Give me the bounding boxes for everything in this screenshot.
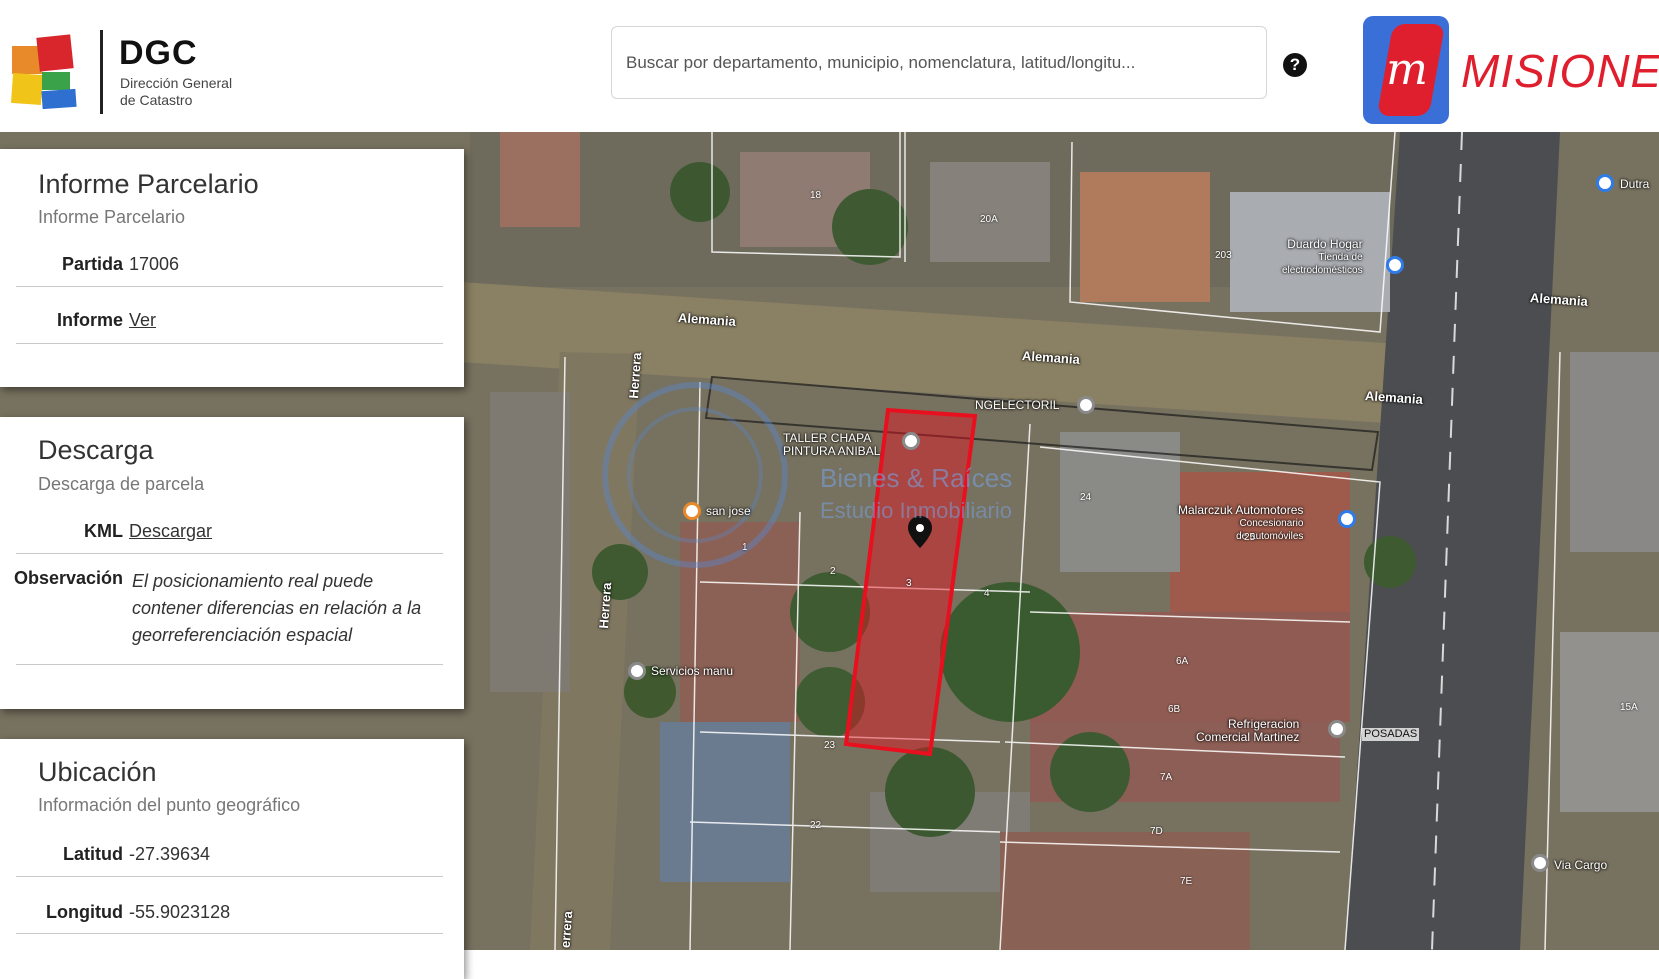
poi-category: electrodomésticos [1282, 265, 1363, 276]
latitud-label: Latitud [63, 844, 123, 864]
lot-number: 6B [1168, 704, 1181, 715]
poi-posadas: POSADAS [1362, 728, 1420, 741]
kml-label: KML [84, 521, 123, 541]
poi-category: de automóviles [1236, 531, 1304, 542]
dgc-logo-icon [10, 34, 84, 110]
lot-number: 7D [1150, 826, 1163, 837]
panel-subtitle: Informe Parcelario [38, 207, 186, 227]
poi-san-jose[interactable]: san jose [706, 505, 751, 518]
informe-row: Informe Ver [16, 287, 443, 344]
map-pin-icon[interactable] [1531, 854, 1549, 872]
lot-number: 15A [1620, 702, 1638, 713]
descarga-panel: Descarga Descarga de parcela KML Descarg… [0, 417, 464, 709]
lot-number: 7A [1160, 772, 1173, 783]
map-pin-icon[interactable] [1077, 396, 1095, 414]
app-header: DGC Dirección General de Catastro ? m MI… [0, 0, 1659, 132]
map-pin-icon[interactable] [1596, 174, 1614, 192]
lot-number: 23 [824, 740, 836, 751]
informe-label: Informe [56, 310, 123, 330]
partida-label: Partida [61, 254, 123, 274]
lot-number: 6A [1176, 656, 1189, 667]
partida-row: Partida 17006 [16, 244, 443, 287]
observacion-label: Observación [13, 568, 123, 588]
lot-number: 4 [984, 588, 990, 599]
logo-title: DGC [119, 34, 198, 72]
map-pin-icon[interactable] [1386, 256, 1404, 274]
partida-value: 17006 [129, 254, 180, 274]
poi-via-cargo[interactable]: Via Cargo [1554, 859, 1607, 872]
panel-subtitle: Descarga de parcela [38, 474, 205, 494]
lot-number: 25 [1244, 532, 1256, 543]
observacion-row: Observación El posicionamiento real pued… [13, 554, 443, 665]
poi-dutra[interactable]: Dutra [1620, 178, 1649, 191]
watermark-text: Estudio Inmobiliario [820, 498, 1012, 523]
latitud-value: -27.39634 [129, 844, 211, 864]
lot-number: 22 [810, 820, 822, 831]
map-pin-icon[interactable] [1328, 720, 1346, 738]
panel-title: Informe Parcelario [38, 169, 259, 199]
panel-subtitle: Información del punto geográfico [38, 795, 301, 815]
lot-number: 20A [980, 214, 998, 225]
lot-number: 203 [1215, 250, 1232, 261]
misiones-logo-icon: m [1363, 16, 1449, 124]
logo-subtitle-line1: Dirección General [120, 75, 233, 91]
poi-name: PINTURA ANIBAL [783, 444, 881, 458]
kml-row: KML Descargar [16, 511, 443, 554]
street-label-herrera: errera [557, 910, 576, 949]
longitud-value: -55.9023128 [129, 902, 231, 922]
descargar-kml-link[interactable]: Descargar [129, 521, 212, 542]
panel-title: Ubicación [38, 757, 157, 787]
informe-panel: Informe Parcelario Informe Parcelario Pa… [0, 149, 464, 387]
poi-ingelectoril[interactable]: NGELECTORIL [975, 399, 1059, 412]
lot-number: 2 [830, 566, 836, 577]
logo-subtitle: Dirección General de Catastro [120, 75, 232, 109]
poi-servicios-manu[interactable]: Servicios manu [651, 665, 733, 678]
ver-informe-link[interactable]: Ver [129, 310, 156, 331]
poi-name: Duardo Hogar [1287, 237, 1363, 251]
latitud-row: Latitud -27.39634 [16, 834, 443, 877]
logo-subtitle-line2: de Catastro [120, 92, 193, 108]
longitud-label: Longitud [46, 902, 123, 922]
lot-number: 24 [1080, 492, 1092, 503]
lot-number: 3 [906, 578, 912, 589]
street-label-herrera: Herrera [626, 351, 645, 400]
poi-malarczuk[interactable]: Malarczuk Automotores Concesionario de a… [1178, 504, 1303, 543]
poi-taller[interactable]: TALLER CHAPA PINTURA ANIBAL [783, 432, 880, 458]
poi-name: Malarczuk Automotores [1178, 503, 1304, 517]
ubicacion-panel: Ubicación Información del punto geográfi… [0, 739, 464, 979]
logo-divider [100, 30, 103, 114]
longitud-row: Longitud -55.9023128 [16, 877, 443, 934]
lot-number: 1 [742, 542, 748, 553]
map-pin-icon[interactable] [628, 662, 646, 680]
street-label-herrera: Herrera [596, 581, 615, 630]
search-input[interactable] [611, 26, 1267, 99]
poi-category: Tienda de [1318, 252, 1363, 263]
lot-number: 18 [810, 190, 822, 201]
map-pin-icon[interactable] [902, 432, 920, 450]
map-pin-icon[interactable] [683, 502, 701, 520]
panel-title: Descarga [38, 435, 154, 465]
watermark-text: Bienes & Raíces [820, 463, 1013, 493]
poi-refrigeracion[interactable]: Refrigeracion Comercial Martinez [1196, 718, 1299, 744]
map-pin-icon[interactable] [1338, 510, 1356, 528]
poi-category: Concesionario [1239, 518, 1304, 529]
misiones-logo-text: MISIONES [1461, 45, 1659, 97]
observacion-value: El posicionamiento real puede contener d… [132, 571, 422, 645]
poi-duardo-hogar[interactable]: Duardo Hogar Tienda de electrodomésticos [1282, 238, 1363, 277]
help-icon[interactable]: ? [1283, 53, 1307, 77]
lot-number: 7E [1180, 876, 1193, 887]
poi-name: Comercial Martinez [1196, 730, 1300, 744]
